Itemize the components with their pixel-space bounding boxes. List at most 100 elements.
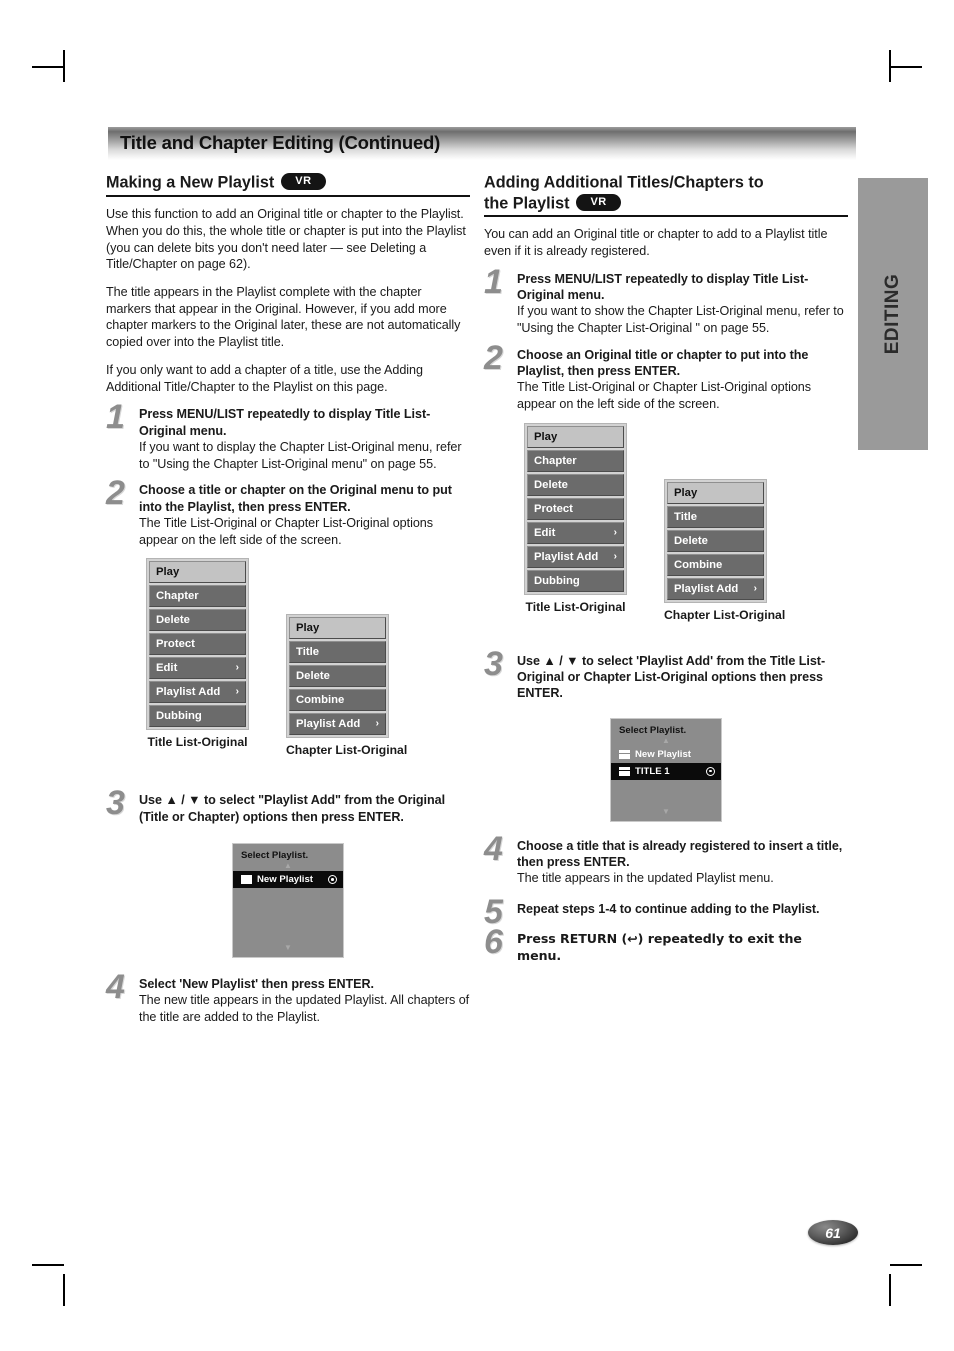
- chevron-right-icon: ›: [753, 582, 757, 594]
- menu-item-label: Play: [156, 566, 180, 579]
- crop-mark-top-left-h: [32, 66, 64, 68]
- select-playlist-dialog[interactable]: Select Playlist. ▲ New Playlist ▼: [232, 843, 344, 959]
- menu-item-label: Play: [534, 430, 558, 443]
- left-title-list-menu[interactable]: Play Chapter Delete Protect Edit › Playli…: [146, 558, 249, 731]
- menu-item-combine[interactable]: Combine: [667, 553, 764, 576]
- right-step-6-number: 6: [484, 923, 503, 962]
- left-step-1-title: Press MENU/LIST repeatedly to display Ti…: [139, 407, 431, 438]
- left-select-playlist-illustration: Select Playlist. ▲ New Playlist ▼: [106, 843, 470, 959]
- menu-item-label: Playlist Add: [534, 550, 599, 563]
- menu-item-play[interactable]: Play: [289, 617, 386, 640]
- menu-item-label: Delete: [674, 534, 708, 547]
- dialog-empty-space: [611, 780, 721, 808]
- menu-item-label: Title: [674, 510, 698, 523]
- menu-item-playlist-add[interactable]: Playlist Add ›: [289, 713, 386, 736]
- right-title-list-menu[interactable]: Play Chapter Delete Protect Edit › Playli…: [524, 422, 627, 595]
- playlist-row-label: TITLE 1: [635, 765, 670, 777]
- menu-item-playlist-add[interactable]: Playlist Add ›: [527, 545, 624, 568]
- menu-item-title[interactable]: Title: [289, 641, 386, 664]
- crop-mark-bottom-left-v: [63, 1274, 65, 1306]
- clapperboard-icon: [241, 875, 252, 885]
- right-step-3-title: Use ▲ / ▼ to select 'Playlist Add' from …: [517, 653, 826, 701]
- menu-item-label: Edit: [156, 662, 178, 675]
- right-step-2-body: The Title List-Original or Chapter List-…: [517, 380, 811, 411]
- menu-item-label: Delete: [296, 670, 330, 683]
- right-section-heading: Adding Additional Titles/Chapters to the…: [484, 172, 848, 218]
- left-chapter-list-caption: Chapter List-Original: [286, 743, 408, 758]
- menu-item-label: Dubbing: [534, 574, 580, 587]
- left-step-3-title: Use ▲ / ▼ to select "Playlist Add" from …: [139, 793, 446, 824]
- menu-item-play[interactable]: Play: [527, 425, 624, 448]
- menu-item-label: Play: [674, 486, 698, 499]
- menu-item-label: Combine: [674, 558, 723, 571]
- menu-item-label: Protect: [156, 638, 195, 651]
- menu-item-chapter[interactable]: Chapter: [149, 585, 246, 608]
- menu-item-edit[interactable]: Edit ›: [527, 521, 624, 544]
- menu-item-title[interactable]: Title: [667, 505, 764, 528]
- right-step-1-body: If you want to show the Chapter List-Ori…: [517, 304, 844, 335]
- right-heading-line1: Adding Additional Titles/Chapters to: [484, 173, 764, 192]
- left-step-2: 2 Choose a title or chapter on the Origi…: [106, 476, 470, 548]
- menu-item-play[interactable]: Play: [667, 481, 764, 504]
- scroll-up-icon[interactable]: ▲: [611, 736, 721, 746]
- right-step-2: 2 Choose an Original title or chapter to…: [484, 341, 848, 413]
- select-playlist-title: Select Playlist.: [241, 850, 309, 862]
- select-playlist-dialog[interactable]: Select Playlist. ▲ New Playlist TITLE 1 …: [610, 717, 722, 822]
- right-select-playlist-illustration: Select Playlist. ▲ New Playlist TITLE 1 …: [484, 717, 848, 822]
- menu-item-play[interactable]: Play: [149, 561, 246, 584]
- playlist-row-new-playlist[interactable]: New Playlist: [233, 871, 343, 889]
- side-tab-label: EDITING: [882, 273, 903, 355]
- dialog-empty-space-2: [233, 916, 343, 944]
- chevron-right-icon: ›: [235, 662, 239, 674]
- menu-item-label: Delete: [156, 614, 190, 627]
- right-chapter-list-menu[interactable]: Play Title Delete Combine Playlist Add ›: [664, 478, 767, 603]
- scroll-down-icon[interactable]: ▼: [233, 944, 343, 953]
- menu-item-chapter[interactable]: Chapter: [527, 449, 624, 472]
- crop-mark-top-left-v: [63, 50, 65, 82]
- menu-item-playlist-add[interactable]: Playlist Add ›: [149, 681, 246, 704]
- chevron-right-icon: ›: [613, 526, 617, 538]
- menu-item-label: Title: [296, 646, 320, 659]
- menu-item-edit[interactable]: Edit ›: [149, 657, 246, 680]
- menu-item-label: Playlist Add: [156, 686, 221, 699]
- record-dot-icon: [328, 875, 337, 885]
- menu-item-label: Chapter: [534, 454, 577, 467]
- playlist-row-title-1[interactable]: TITLE 1: [611, 762, 721, 780]
- right-step-1-title: Press MENU/LIST repeatedly to display Ti…: [517, 271, 809, 302]
- right-step-4-title: Choose a title that is already registere…: [517, 838, 843, 869]
- menu-item-playlist-add[interactable]: Playlist Add ›: [667, 577, 764, 600]
- menu-item-delete[interactable]: Delete: [149, 609, 246, 632]
- select-playlist-title: Select Playlist.: [619, 724, 687, 736]
- menu-item-dubbing[interactable]: Dubbing: [527, 569, 624, 592]
- right-step-4-number: 4: [484, 829, 503, 868]
- menu-item-protect[interactable]: Protect: [149, 633, 246, 656]
- left-section-heading: Making a New Playlist VR: [106, 172, 470, 198]
- scroll-down-icon[interactable]: ▼: [611, 807, 721, 817]
- left-step-3-number: 3: [106, 784, 125, 823]
- page-number: 61: [825, 1224, 841, 1241]
- left-menu-illustration: Play Chapter Delete Protect Edit › Playli…: [106, 558, 470, 776]
- right-step-3: 3 Use ▲ / ▼ to select 'Playlist Add' fro…: [484, 647, 848, 702]
- crop-mark-bottom-left-h: [32, 1264, 64, 1266]
- menu-item-delete[interactable]: Delete: [667, 529, 764, 552]
- menu-item-protect[interactable]: Protect: [527, 497, 624, 520]
- left-step-1-number: 1: [106, 398, 125, 437]
- vr-badge: VR: [576, 194, 621, 211]
- menu-item-label: Chapter: [156, 590, 199, 603]
- menu-item-label: Delete: [534, 478, 568, 491]
- menu-item-delete[interactable]: Delete: [527, 473, 624, 496]
- left-step-3: 3 Use ▲ / ▼ to select "Playlist Add" fro…: [106, 786, 470, 825]
- right-chapter-list-caption: Chapter List-Original: [664, 607, 786, 622]
- left-step-2-number: 2: [106, 474, 125, 513]
- menu-item-dubbing[interactable]: Dubbing: [149, 705, 246, 728]
- playlist-row-new-playlist[interactable]: New Playlist: [611, 746, 721, 763]
- right-title-list-caption: Title List-Original: [525, 599, 626, 614]
- scroll-up-icon[interactable]: ▲: [233, 862, 343, 871]
- left-step-1-body: If you want to display the Chapter List-…: [139, 440, 462, 471]
- menu-item-combine[interactable]: Combine: [289, 689, 386, 712]
- menu-item-delete[interactable]: Delete: [289, 665, 386, 688]
- right-heading-line2: the Playlist: [484, 194, 570, 213]
- left-chapter-list-menu[interactable]: Play Title Delete Combine Playlist Add ›: [286, 614, 389, 739]
- left-heading-text: Making a New Playlist: [106, 173, 275, 192]
- left-column: Making a New Playlist VR Use this functio…: [106, 172, 470, 1036]
